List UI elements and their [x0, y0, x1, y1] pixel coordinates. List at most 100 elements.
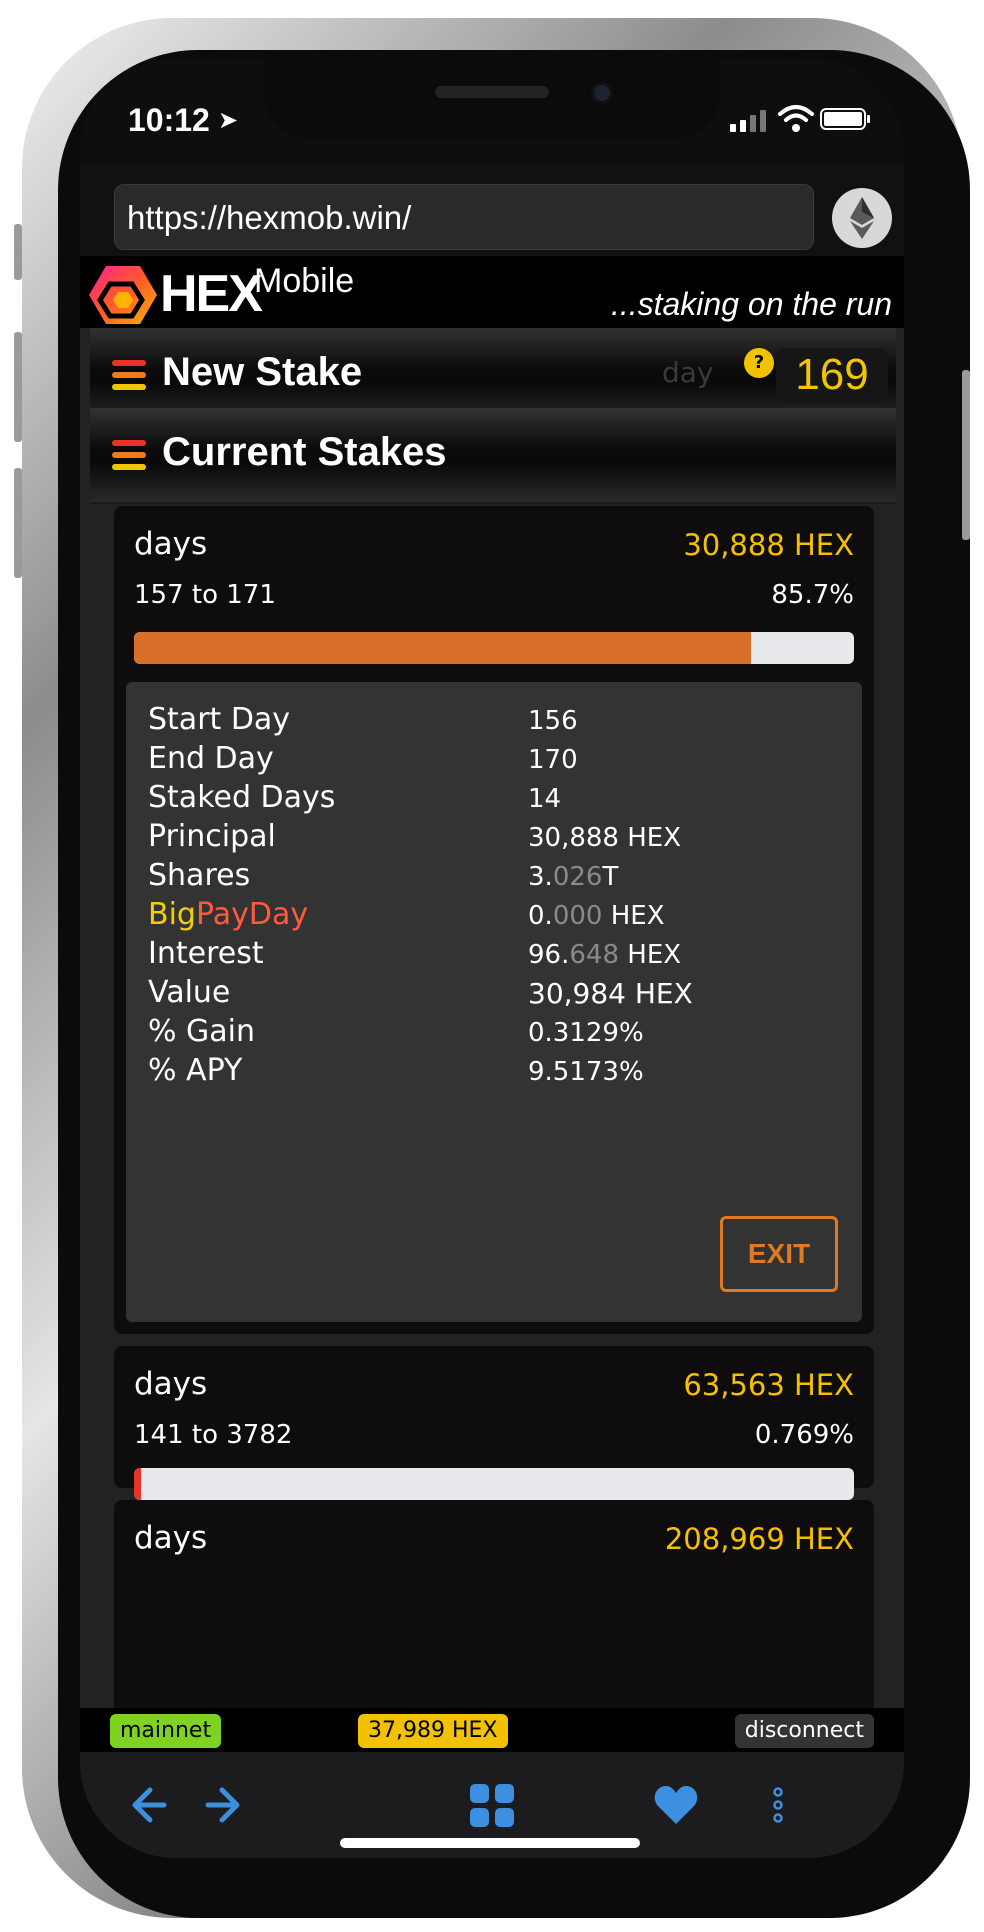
stake-details-panel: Start Day 156 End Day 170 Staked Days 14… — [126, 682, 862, 1322]
speaker-grille — [435, 86, 549, 98]
app-footer: mainnet 37,989 HEX disconnect — [80, 1708, 904, 1752]
app-header: HEX Mobile ...staking on the run — [80, 256, 904, 328]
interest-frac: 648 — [569, 940, 619, 970]
shares-value: 3.026T — [528, 862, 618, 892]
detail-row-principal: Principal 30,888 HEX — [148, 819, 848, 859]
stake-day-range: 157 to 171 — [134, 580, 276, 610]
day-label: day — [662, 356, 714, 389]
staked-days-label: Staked Days — [148, 780, 336, 815]
exit-stake-button[interactable]: EXIT — [720, 1216, 838, 1292]
interest-label: Interest — [148, 936, 264, 971]
detail-row-bigpayday: BigPayDay 0.000 HEX — [148, 897, 848, 937]
volume-up-button — [14, 332, 22, 442]
gain-label: % Gain — [148, 1014, 256, 1049]
home-indicator[interactable] — [340, 1838, 640, 1848]
stake-progress-fill — [134, 632, 752, 664]
shares-label: Shares — [148, 858, 251, 893]
stake-amount: 30,888 HEX — [683, 528, 854, 562]
stake-card[interactable]: days 30,888 HEX 157 to 171 85.7% Start D… — [114, 506, 874, 1334]
bpd-unit: HEX — [602, 901, 665, 931]
detail-row-end-day: End Day 170 — [148, 741, 848, 781]
stake-day-range: 141 to 3782 — [134, 1420, 293, 1450]
bigpayday-label-payday: PayDay — [195, 897, 309, 932]
shares-unit: T — [602, 862, 619, 892]
end-day-label: End Day — [148, 741, 274, 776]
battery-icon — [820, 108, 870, 130]
power-button — [962, 370, 970, 540]
mute-switch — [14, 224, 22, 280]
detail-row-start-day: Start Day 156 — [148, 702, 848, 742]
end-day-value: 170 — [528, 745, 578, 775]
stake-card[interactable]: days 208,969 HEX — [114, 1500, 874, 1708]
current-stakes-panel-header[interactable]: Current Stakes — [90, 408, 896, 504]
wifi-icon — [778, 105, 814, 132]
detail-row-value: Value 30,984 HEX — [148, 975, 848, 1015]
brand-subtitle: Mobile — [254, 262, 355, 300]
bpd-frac: 000 — [552, 901, 603, 931]
wallet-balance-badge: 37,989 HEX — [358, 1714, 508, 1748]
day-help-icon[interactable]: ? — [744, 348, 774, 378]
start-day-label: Start Day — [148, 702, 291, 737]
apy-label: % APY — [148, 1053, 243, 1088]
disconnect-button[interactable]: disconnect — [734, 1714, 874, 1748]
detail-row-gain: % Gain 0.3129% — [148, 1014, 848, 1054]
heart-icon[interactable] — [646, 1752, 706, 1858]
new-stake-title: New Stake — [162, 350, 363, 394]
shares-frac: 026 — [552, 862, 603, 892]
notch — [265, 58, 719, 138]
interest-value: 96.648 HEX — [528, 940, 681, 970]
stake-progress-bar — [134, 1468, 854, 1500]
clock: 10:12 — [128, 102, 210, 138]
stake-amount: 63,563 HEX — [683, 1368, 854, 1402]
volume-down-button — [14, 468, 22, 578]
brand-name: HEX — [160, 265, 263, 323]
principal-value: 30,888 HEX — [528, 823, 682, 853]
forward-arrow-icon[interactable] — [192, 1752, 252, 1858]
back-arrow-icon[interactable] — [120, 1752, 180, 1858]
front-camera — [591, 82, 613, 104]
detail-row-apy: % APY 9.5173% — [148, 1053, 848, 1093]
stake-progress-fill — [134, 1468, 142, 1500]
cellular-signal-icon — [730, 110, 766, 132]
stake-progress-percent: 85.7% — [771, 580, 854, 610]
detail-row-staked-days: Staked Days 14 — [148, 780, 848, 820]
hamburger-menu-icon[interactable] — [112, 360, 146, 390]
ethereum-icon — [850, 197, 874, 239]
interest-int: 96. — [528, 940, 570, 970]
stake-days-label: days — [134, 1366, 208, 1402]
stake-amount: 208,969 HEX — [664, 1522, 854, 1556]
stake-card[interactable]: days 63,563 HEX 141 to 3782 0.769% — [114, 1346, 874, 1500]
current-stakes-title: Current Stakes — [162, 430, 447, 474]
interest-unit: HEX — [619, 940, 682, 970]
browser-address-bar: https://hexmob.win/ — [80, 166, 904, 256]
stake-progress-bar — [134, 632, 854, 664]
location-arrow-icon: ➤ — [218, 106, 239, 134]
principal-label: Principal — [148, 819, 276, 854]
value-value: 30,984 HEX — [528, 977, 693, 1010]
bigpayday-label-big: Big — [148, 897, 196, 932]
staked-days-value: 14 — [528, 784, 562, 814]
network-badge: mainnet — [110, 1714, 222, 1748]
gain-value: 0.3129% — [528, 1018, 644, 1048]
stake-progress-percent: 0.769% — [754, 1420, 854, 1450]
bigpayday-label: BigPayDay — [148, 897, 308, 932]
hamburger-menu-icon[interactable] — [112, 440, 146, 470]
tagline: ...staking on the run — [610, 286, 892, 322]
value-label: Value — [148, 975, 231, 1010]
shares-int: 3. — [528, 862, 553, 892]
hex-logo-icon — [89, 266, 157, 324]
url-input[interactable]: https://hexmob.win/ — [114, 184, 814, 250]
current-day: 169 — [776, 348, 888, 402]
detail-row-interest: Interest 96.648 HEX — [148, 936, 848, 976]
bpd-int: 0. — [528, 901, 553, 931]
stake-days-label: days — [134, 1520, 208, 1556]
apy-value: 9.5173% — [528, 1057, 644, 1087]
stake-days-label: days — [134, 526, 208, 562]
more-vertical-icon[interactable] — [748, 1752, 808, 1858]
main-content: New Stake day ? 169 Current Stakes days … — [80, 328, 904, 1708]
start-day-value: 156 — [528, 706, 578, 736]
detail-row-shares: Shares 3.026T — [148, 858, 848, 898]
ethereum-wallet-button[interactable] — [832, 188, 892, 248]
bigpayday-value: 0.000 HEX — [528, 901, 665, 931]
phone-screen: 10:12 ➤ https://hexmob.win/ HEX Mobile .… — [80, 58, 904, 1858]
